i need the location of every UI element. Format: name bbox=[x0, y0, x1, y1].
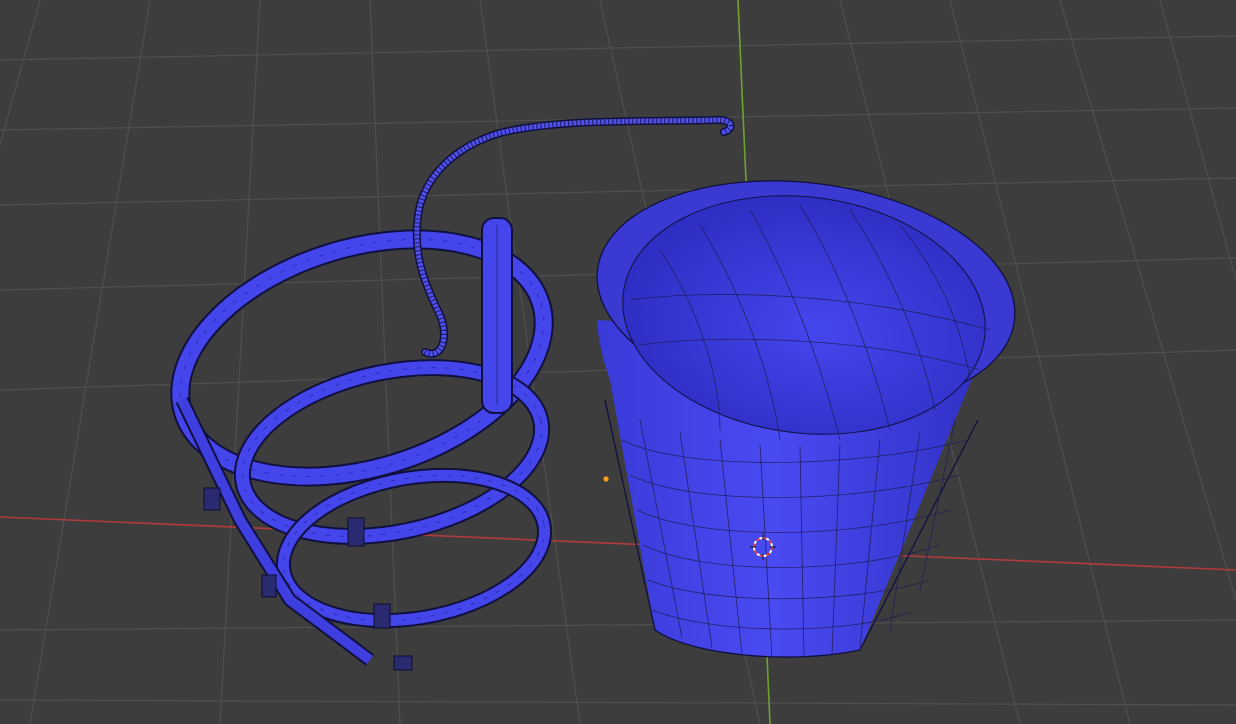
buckle-4 bbox=[203, 487, 221, 511]
x-axis-line bbox=[0, 516, 1236, 571]
viewport-canvas[interactable] bbox=[0, 0, 1236, 724]
buckle-1 bbox=[347, 517, 365, 547]
strap-holder-mesh[interactable] bbox=[151, 198, 573, 671]
buckle-2 bbox=[373, 603, 391, 629]
buckle-5 bbox=[261, 574, 277, 598]
3d-viewport[interactable] bbox=[0, 0, 1236, 724]
buckle-3 bbox=[393, 655, 413, 671]
origin-point-icon bbox=[603, 476, 609, 482]
bucket-mesh[interactable] bbox=[584, 158, 1028, 659]
